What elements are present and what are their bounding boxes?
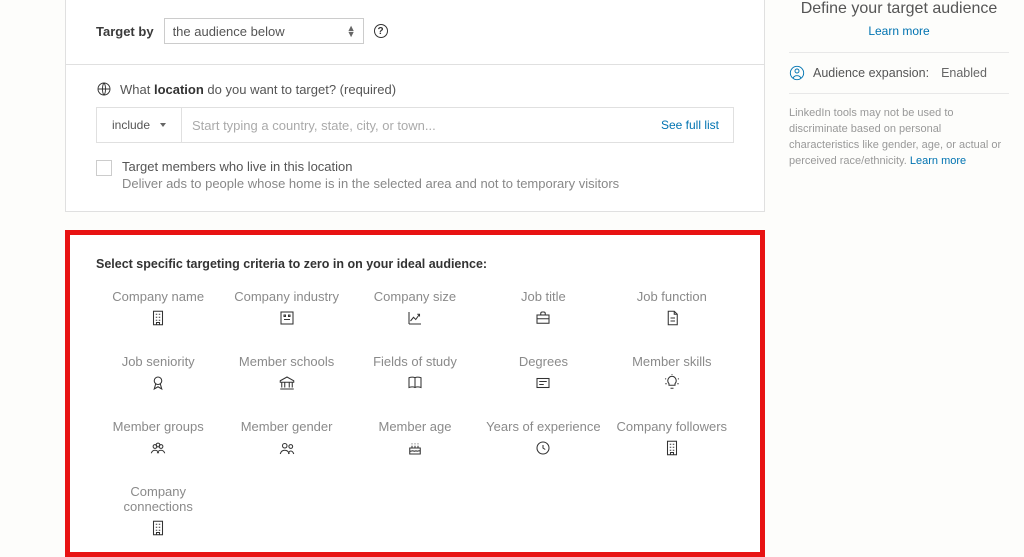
criteria-label: Company size — [374, 289, 456, 304]
criteria-years-of-experience[interactable]: Years of experience — [481, 419, 605, 458]
help-icon[interactable]: ? — [374, 24, 388, 38]
person-icon — [789, 65, 805, 81]
criteria-member-schools[interactable]: Member schools — [224, 354, 348, 393]
learn-more-link[interactable]: Learn more — [789, 24, 1009, 38]
criteria-job-seniority[interactable]: Job seniority — [96, 354, 220, 393]
people-icon — [277, 438, 297, 458]
checkbox-title: Target members who live in this location — [122, 159, 619, 174]
criteria-job-title[interactable]: Job title — [481, 289, 605, 328]
criteria-label: Member schools — [239, 354, 334, 369]
criteria-label: Member groups — [113, 419, 204, 434]
medal-icon — [148, 373, 168, 393]
audience-expansion-label: Audience expansion: — [813, 66, 929, 80]
target-by-section: Target by ▲▼ ? — [65, 0, 765, 65]
clock-icon — [533, 438, 553, 458]
criteria-fields-of-study[interactable]: Fields of study — [353, 354, 477, 393]
criteria-member-age[interactable]: Member age — [353, 419, 477, 458]
criteria-label: Company industry — [234, 289, 339, 304]
chart-icon — [405, 308, 425, 328]
briefcase-icon — [533, 308, 553, 328]
criteria-label: Job function — [637, 289, 707, 304]
location-input-row: include See full list — [96, 107, 734, 143]
cake-icon — [405, 438, 425, 458]
document-icon — [662, 308, 682, 328]
bulb-icon — [662, 373, 682, 393]
diploma-icon — [533, 373, 553, 393]
location-section: What location do you want to target? (re… — [65, 65, 765, 212]
bank-icon — [277, 373, 297, 393]
criteria-label: Company followers — [617, 419, 728, 434]
criteria-label: Years of experience — [486, 419, 600, 434]
include-label: include — [112, 118, 150, 132]
divider — [789, 52, 1009, 53]
include-dropdown[interactable]: include — [97, 108, 182, 142]
criteria-company-followers[interactable]: Company followers — [610, 419, 734, 458]
sidebar-title: Define your target audience — [789, 0, 1009, 18]
criteria-member-groups[interactable]: Member groups — [96, 419, 220, 458]
targeting-criteria-panel: Select specific targeting criteria to ze… — [65, 230, 765, 557]
divider — [789, 93, 1009, 94]
live-in-location-checkbox[interactable] — [96, 160, 112, 176]
criteria-label: Member age — [379, 419, 452, 434]
criteria-label: Member gender — [241, 419, 333, 434]
checkbox-desc: Deliver ads to people whose home is in t… — [122, 176, 619, 191]
criteria-company-name[interactable]: Company name — [96, 289, 220, 328]
criteria-label: Job seniority — [122, 354, 195, 369]
building-icon — [148, 308, 168, 328]
audience-expansion-row: Audience expansion: Enabled — [789, 65, 1009, 81]
chevron-down-icon — [160, 123, 166, 127]
audience-expansion-value: Enabled — [941, 66, 987, 80]
criteria-member-skills[interactable]: Member skills — [610, 354, 734, 393]
criteria-label: Fields of study — [373, 354, 457, 369]
location-heading: What location do you want to target? (re… — [96, 81, 734, 97]
criteria-company-industry[interactable]: Company industry — [224, 289, 348, 328]
sidebar: Define your target audience Learn more A… — [789, 0, 1009, 170]
criteria-title: Select specific targeting criteria to ze… — [96, 257, 734, 271]
criteria-label: Member skills — [632, 354, 711, 369]
criteria-member-gender[interactable]: Member gender — [224, 419, 348, 458]
criteria-company-size[interactable]: Company size — [353, 289, 477, 328]
building-icon — [148, 518, 168, 538]
location-prompt-prefix: What — [120, 82, 154, 97]
group-icon — [148, 438, 168, 458]
learn-more-link[interactable]: Learn more — [910, 155, 966, 167]
criteria-job-function[interactable]: Job function — [610, 289, 734, 328]
location-prompt-word: location — [154, 82, 204, 97]
location-input[interactable] — [182, 108, 647, 142]
criteria-degrees[interactable]: Degrees — [481, 354, 605, 393]
location-prompt-suffix: do you want to target? (required) — [204, 82, 396, 97]
criteria-company-connections[interactable]: Company connections — [96, 484, 220, 538]
sidebar-note: LinkedIn tools may not be used to discri… — [789, 106, 1009, 170]
criteria-label: Degrees — [519, 354, 568, 369]
globe-icon — [96, 81, 112, 97]
criteria-label: Company connections — [96, 484, 220, 514]
book-icon — [405, 373, 425, 393]
criteria-grid: Company name Company industry Company size… — [96, 289, 734, 538]
building-icon — [662, 438, 682, 458]
criteria-label: Company name — [112, 289, 204, 304]
target-by-label: Target by — [96, 24, 154, 39]
criteria-label: Job title — [521, 289, 566, 304]
target-by-select-wrap[interactable]: ▲▼ — [164, 18, 364, 44]
see-full-list-link[interactable]: See full list — [647, 118, 733, 132]
target-by-select[interactable] — [164, 18, 364, 44]
industry-icon — [277, 308, 297, 328]
